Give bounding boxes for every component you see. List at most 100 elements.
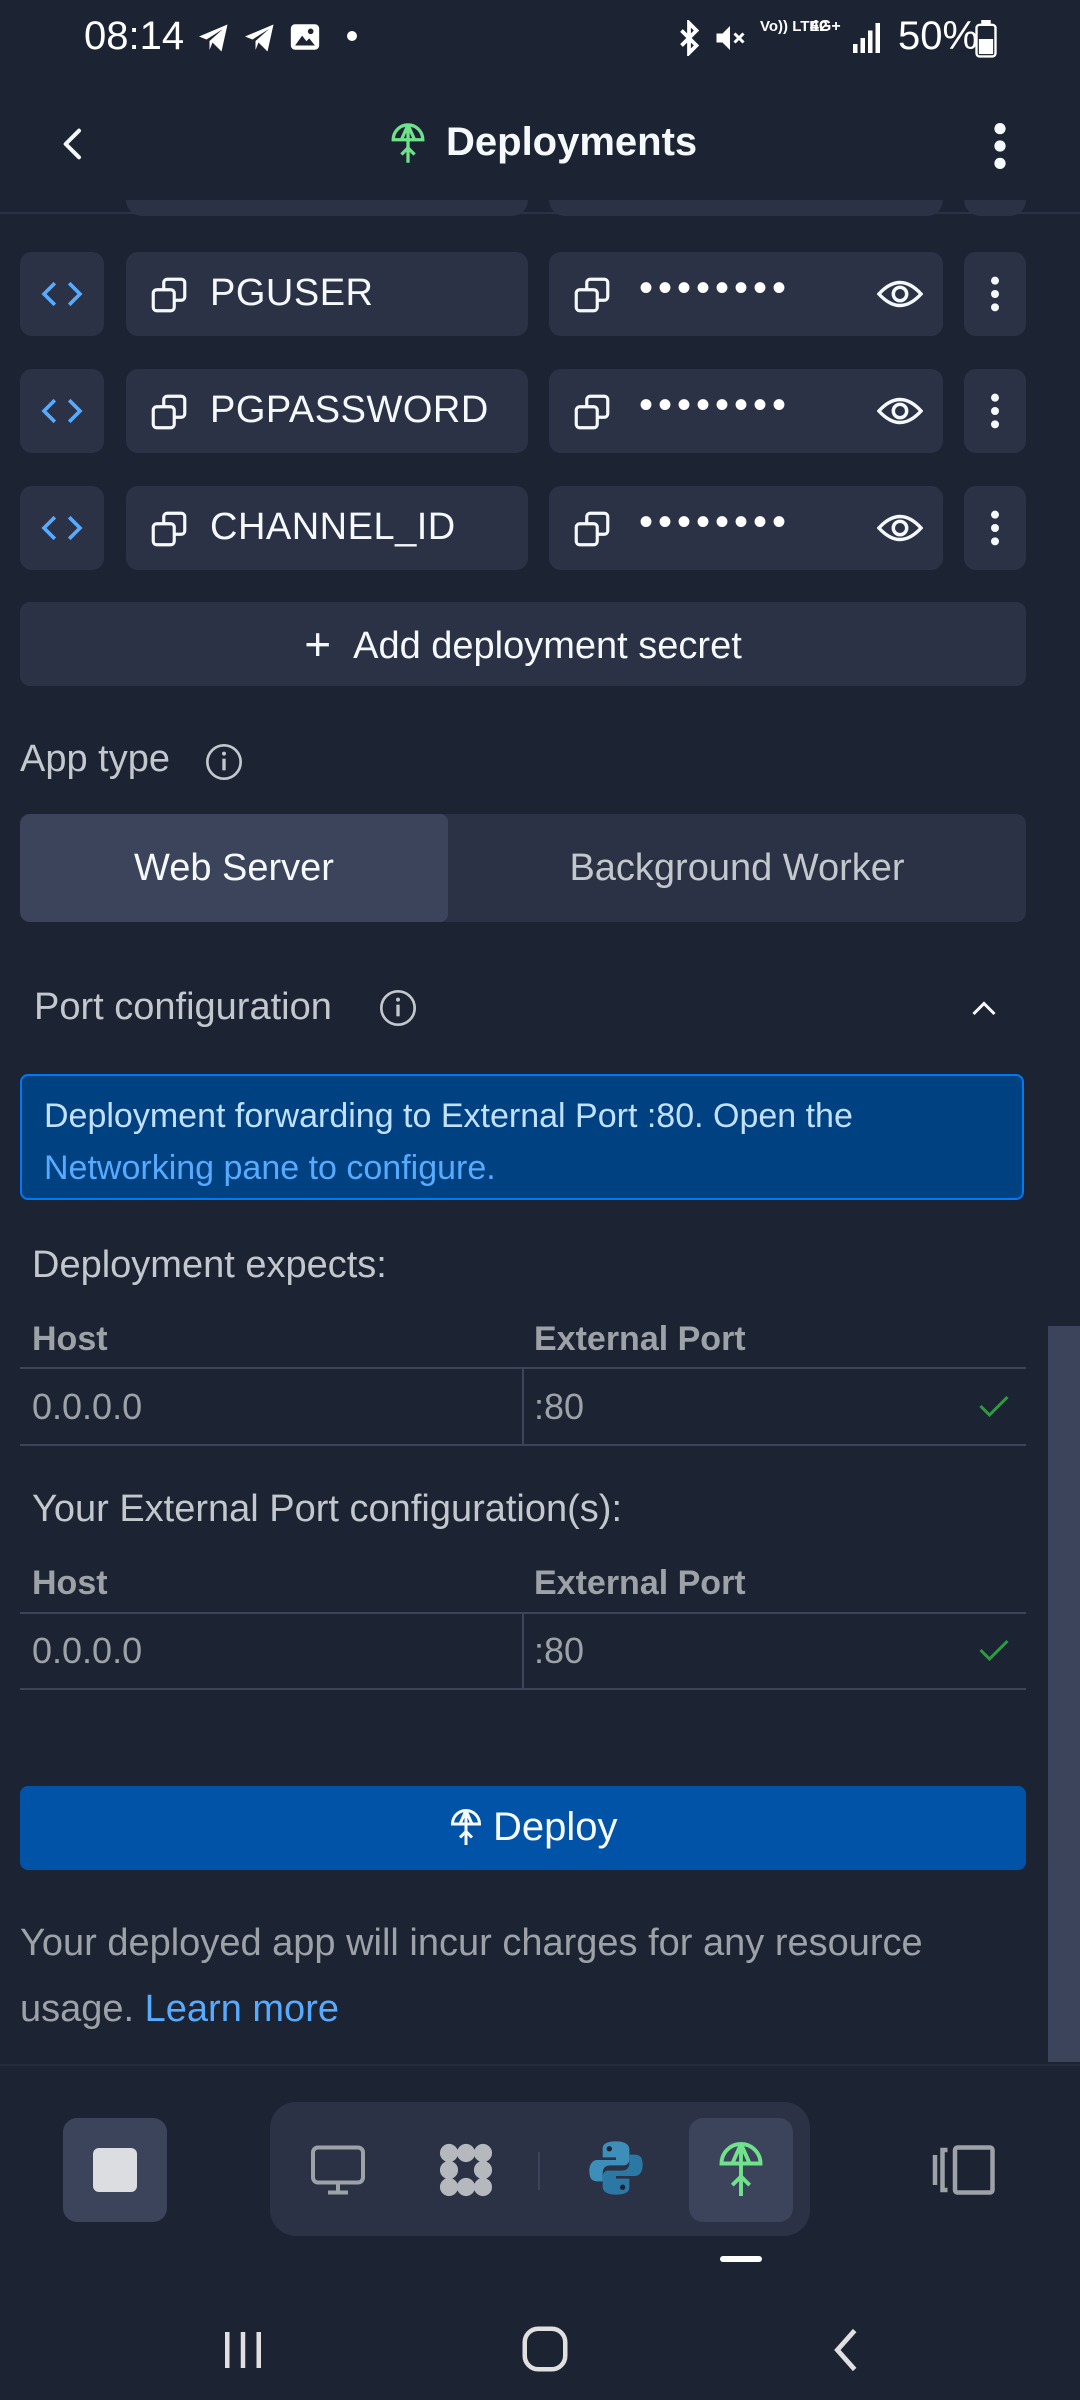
back-icon[interactable] xyxy=(824,2324,868,2376)
copy-icon[interactable] xyxy=(148,274,190,316)
more-notifications-icon xyxy=(347,31,357,41)
kebab-menu-icon xyxy=(991,276,999,312)
your-external-port-label: Your External Port configuration(s): xyxy=(32,1488,623,1530)
deploy-label: Deploy xyxy=(493,1805,618,1849)
deployment-expects-label: Deployment expects: xyxy=(32,1244,387,1286)
deploy-button[interactable]: Deploy xyxy=(20,1786,1026,1870)
copy-icon[interactable] xyxy=(571,508,613,550)
web-server-option[interactable]: Web Server xyxy=(20,814,448,922)
code-toggle-button[interactable] xyxy=(20,252,104,336)
secret-key-text: CHANNEL_ID xyxy=(210,506,456,548)
app-type-label: App type xyxy=(20,738,170,780)
learn-more-link[interactable]: Learn more xyxy=(145,1988,339,2030)
code-toggle-button[interactable] xyxy=(20,369,104,453)
deploy-icon xyxy=(450,1809,482,1845)
port-forwarding-banner: Deployment forwarding to External Port :… xyxy=(20,1074,1024,1200)
home-icon[interactable] xyxy=(518,2322,572,2376)
dock-separator xyxy=(538,2152,540,2190)
kebab-menu-icon[interactable] xyxy=(984,120,1016,172)
secret-key-field[interactable]: PGUSER xyxy=(126,252,528,336)
secret-key-field[interactable]: PGPASSWORD xyxy=(126,369,528,453)
host-column-header: Host xyxy=(32,1564,108,1602)
chevron-up-icon[interactable] xyxy=(966,992,1002,1024)
host-cell: 0.0.0.0 xyxy=(32,1386,143,1427)
table-divider xyxy=(522,1369,524,1445)
battery-icon xyxy=(975,20,997,58)
background-worker-option[interactable]: Background Worker xyxy=(448,814,1026,922)
mute-icon xyxy=(716,26,745,50)
secret-row: PGPASSWORD •••••••• xyxy=(0,369,1080,453)
battery-percent: 50% xyxy=(898,14,979,58)
secret-key-text: PGPASSWORD xyxy=(210,389,489,431)
app-type-segmented-control: Web Server Background Worker xyxy=(20,814,1026,922)
code-toggle-button[interactable] xyxy=(20,486,104,570)
table-divider xyxy=(20,1688,1026,1690)
bluetooth-icon xyxy=(680,20,700,56)
charges-notice: Your deployed app will incur charges for… xyxy=(20,1910,1030,2042)
secret-value-field[interactable]: •••••••• xyxy=(549,252,943,336)
copy-icon[interactable] xyxy=(148,391,190,433)
monitor-icon[interactable] xyxy=(308,2140,368,2200)
previous-row-peek xyxy=(549,200,943,216)
recent-apps-icon[interactable] xyxy=(216,2326,270,2374)
secret-row: CHANNEL_ID •••••••• xyxy=(0,486,1080,570)
previous-row-peek xyxy=(964,200,1026,216)
app-header: Deployments xyxy=(0,76,1080,214)
info-icon[interactable] xyxy=(378,988,418,1028)
code-icon xyxy=(41,398,83,424)
deployments-tab[interactable] xyxy=(689,2118,793,2222)
eye-icon[interactable] xyxy=(877,391,923,431)
plus-icon: + xyxy=(304,618,332,670)
secret-value-masked: •••••••• xyxy=(639,500,792,544)
eye-icon[interactable] xyxy=(877,274,923,314)
secret-menu-button[interactable] xyxy=(964,486,1026,570)
external-port-column-header: External Port xyxy=(534,1320,746,1358)
gallery-icon xyxy=(290,24,320,50)
code-icon xyxy=(41,281,83,307)
packages-icon[interactable] xyxy=(432,2136,500,2204)
checkmark-icon xyxy=(979,1395,1009,1418)
add-secret-label: Add deployment secret xyxy=(353,625,742,667)
external-port-column-header: External Port xyxy=(534,1564,746,1602)
table-divider xyxy=(20,1444,1026,1446)
copy-icon[interactable] xyxy=(148,508,190,550)
secret-key-text: PGUSER xyxy=(210,272,374,314)
kebab-menu-icon xyxy=(991,510,999,546)
networking-pane-link[interactable]: Networking pane to configure. xyxy=(44,1149,496,1187)
info-icon[interactable] xyxy=(204,742,244,782)
status-bar: 08:14 Vo)) LTE2 4G+ 50% xyxy=(0,0,1080,76)
add-deployment-secret-button[interactable]: + Add deployment secret xyxy=(20,602,1026,686)
table-divider xyxy=(522,1614,524,1690)
secret-row: PGUSER •••••••• xyxy=(0,252,1080,336)
secret-value-field[interactable]: •••••••• xyxy=(549,486,943,570)
stop-icon xyxy=(93,2148,137,2192)
secret-value-field[interactable]: •••••••• xyxy=(549,369,943,453)
secret-key-field[interactable]: CHANNEL_ID xyxy=(126,486,528,570)
scrollbar-thumb[interactable] xyxy=(1048,1326,1080,2062)
side-panel-icon[interactable] xyxy=(930,2142,1000,2198)
port-configuration-title: Port configuration xyxy=(34,986,332,1028)
stop-button[interactable] xyxy=(63,2118,167,2222)
drag-handle[interactable] xyxy=(720,2256,762,2262)
telegram-icon xyxy=(245,24,274,52)
signal-icon xyxy=(853,23,880,53)
checkmark-icon xyxy=(979,1639,1009,1662)
secret-menu-button[interactable] xyxy=(964,252,1026,336)
host-cell: 0.0.0.0 xyxy=(32,1630,143,1671)
secret-menu-button[interactable] xyxy=(964,369,1026,453)
copy-icon[interactable] xyxy=(571,274,613,316)
copy-icon[interactable] xyxy=(571,391,613,433)
secret-value-masked: •••••••• xyxy=(639,266,792,310)
previous-row-peek xyxy=(126,200,528,216)
network-type-label: 4G+ xyxy=(810,18,841,35)
divider xyxy=(0,2064,1080,2066)
status-time: 08:14 xyxy=(84,14,185,58)
system-navigation-bar xyxy=(0,2300,1080,2400)
chevron-left-icon[interactable] xyxy=(54,122,94,166)
host-column-header: Host xyxy=(32,1320,108,1358)
python-icon[interactable] xyxy=(584,2136,648,2200)
page-title: Deployments xyxy=(446,120,698,164)
eye-icon[interactable] xyxy=(877,508,923,548)
port-cell: :80 xyxy=(534,1386,585,1427)
telegram-icon xyxy=(199,24,228,52)
